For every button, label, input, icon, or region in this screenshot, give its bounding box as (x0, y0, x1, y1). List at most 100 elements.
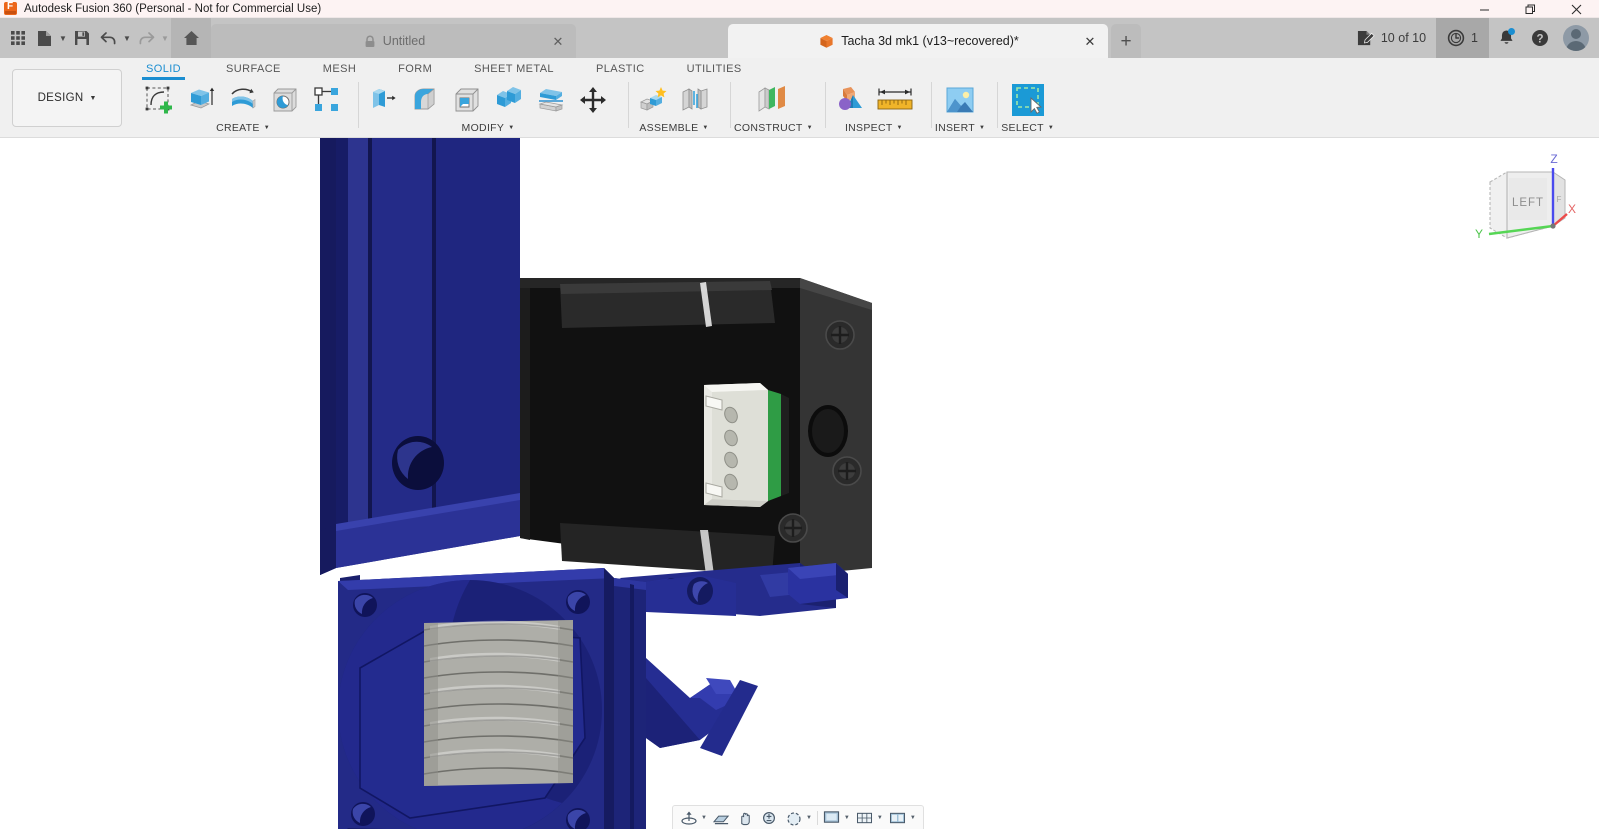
axis-y-label: Y (1475, 227, 1483, 241)
measure-icon[interactable] (871, 79, 919, 121)
new-tab-button[interactable]: + (1111, 24, 1141, 58)
tab-plastic[interactable]: PLASTIC (590, 58, 651, 79)
panel-insert: INSERT ▼ (931, 79, 989, 137)
user-avatar[interactable] (1563, 25, 1589, 51)
model-3d-extruder-assembly[interactable] (0, 138, 1599, 829)
svg-text:?: ? (1536, 33, 1543, 45)
bell-icon[interactable] (1489, 18, 1523, 58)
document-tabs: Untitled ✕ Tacha 3d mk1 (v13~recovered)*… (211, 18, 1348, 58)
minimize-button[interactable] (1461, 0, 1507, 18)
fillet-icon[interactable] (404, 79, 446, 121)
ribbon-panels: CREATE ▼ (122, 79, 1599, 137)
viewports-icon[interactable] (886, 806, 910, 829)
view-cube[interactable]: LEFT F Z Y X (1457, 148, 1577, 258)
quick-access-toolbar: ▼ ▼ ▼ (0, 18, 171, 58)
panel-select-title[interactable]: SELECT ▼ (1001, 121, 1054, 135)
document-count[interactable]: 10 of 10 (1348, 18, 1436, 58)
chevron-down-icon[interactable]: ▼ (701, 815, 707, 821)
zoom-icon[interactable] (758, 806, 782, 829)
panel-construct: CONSTRUCT ▼ (730, 79, 817, 137)
look-at-icon[interactable] (710, 806, 734, 829)
tab-utilities[interactable]: UTILITIES (681, 58, 748, 79)
fusion360-icon (4, 2, 17, 15)
window-controls (1461, 0, 1599, 18)
data-panel-icon[interactable] (5, 21, 31, 55)
tab-solid[interactable]: SOLID (140, 58, 187, 79)
redo-icon[interactable] (133, 21, 159, 55)
environment-tabs: SOLID SURFACE MESH FORM SHEET METAL PLAS… (122, 58, 1599, 79)
svg-text:F: F (1557, 195, 1562, 204)
tab-tacha-3d-mk1-close-icon[interactable]: ✕ (1082, 33, 1098, 49)
panel-insert-title[interactable]: INSERT ▼ (935, 121, 985, 135)
chevron-down-icon: ▼ (264, 125, 270, 131)
chevron-down-icon: ▼ (807, 125, 813, 131)
panel-assemble: ASSEMBLE ▼ (628, 79, 720, 137)
tab-surface[interactable]: SURFACE (220, 58, 287, 79)
shell-icon[interactable] (446, 79, 488, 121)
close-button[interactable] (1553, 0, 1599, 18)
tab-form[interactable]: FORM (392, 58, 438, 79)
orbit-icon[interactable] (677, 806, 701, 829)
new-file-icon[interactable] (31, 21, 57, 55)
redo-caret-icon[interactable]: ▼ (159, 21, 171, 55)
tab-mesh[interactable]: MESH (317, 58, 362, 79)
chevron-down-icon[interactable]: ▼ (877, 815, 883, 821)
grid-snap-icon[interactable] (853, 806, 877, 829)
job-status-button[interactable]: 1 (1436, 18, 1489, 58)
offset-plane-icon[interactable] (746, 79, 800, 121)
display-mode-icon[interactable] (820, 806, 844, 829)
tab-untitled[interactable]: Untitled ✕ (211, 24, 576, 58)
hole-icon[interactable] (264, 79, 306, 121)
panel-modify-title[interactable]: MODIFY ▼ (462, 121, 515, 135)
tab-tacha-3d-mk1-label: Tacha 3d mk1 (v13~recovered)* (841, 34, 1019, 48)
new-file-caret-icon[interactable]: ▼ (57, 21, 69, 55)
chevron-down-icon: ▼ (89, 95, 96, 102)
undo-icon[interactable] (95, 21, 121, 55)
panel-assemble-title[interactable]: ASSEMBLE ▼ (639, 121, 708, 135)
axis-x-label: X (1568, 202, 1576, 216)
navigation-bar: ▼ ▼ (672, 805, 924, 829)
chevron-down-icon: ▼ (508, 125, 514, 131)
chevron-down-icon: ▼ (979, 125, 985, 131)
insert-canvas-icon[interactable] (936, 79, 984, 121)
ribbon: DESIGN ▼ SOLID SURFACE MESH FORM SHEET M… (0, 58, 1599, 138)
split-face-icon[interactable] (530, 79, 572, 121)
tab-sheet-metal[interactable]: SHEET METAL (468, 58, 560, 79)
create-sketch-icon[interactable] (138, 79, 180, 121)
joint-icon[interactable] (674, 79, 716, 121)
save-icon[interactable] (69, 21, 95, 55)
tab-tacha-3d-mk1[interactable]: Tacha 3d mk1 (v13~recovered)* ✕ (728, 24, 1108, 58)
pattern-icon[interactable] (306, 79, 348, 121)
undo-caret-icon[interactable]: ▼ (121, 21, 133, 55)
panel-inspect-title[interactable]: INSPECT ▼ (845, 121, 903, 135)
chevron-down-icon: ▼ (1048, 125, 1054, 131)
select-icon[interactable] (1004, 79, 1052, 121)
restore-button[interactable] (1507, 0, 1553, 18)
move-copy-icon[interactable] (572, 79, 614, 121)
revolve-icon[interactable] (222, 79, 264, 121)
help-icon[interactable]: ? (1523, 18, 1557, 58)
document-count-label: 10 of 10 (1381, 31, 1426, 45)
chevron-down-icon[interactable]: ▼ (844, 815, 850, 821)
panel-construct-title[interactable]: CONSTRUCT ▼ (734, 121, 813, 135)
axis-z-label: Z (1550, 152, 1557, 166)
interference-icon[interactable] (829, 79, 871, 121)
notification-badge (1508, 28, 1515, 35)
cube-icon (819, 34, 834, 49)
panel-create-title[interactable]: CREATE ▼ (216, 121, 270, 135)
new-component-icon[interactable] (632, 79, 674, 121)
extrude-icon[interactable] (180, 79, 222, 121)
chevron-down-icon: ▼ (897, 125, 903, 131)
tab-untitled-close-icon[interactable]: ✕ (550, 33, 566, 49)
chevron-down-icon[interactable]: ▼ (910, 815, 916, 821)
workspace-switcher[interactable]: DESIGN ▼ (12, 69, 122, 127)
pan-icon[interactable] (734, 806, 758, 829)
viewport-canvas[interactable]: LEFT F Z Y X ▼ (0, 138, 1599, 829)
fit-icon[interactable] (782, 806, 806, 829)
combine-icon[interactable] (488, 79, 530, 121)
press-pull-icon[interactable] (362, 79, 404, 121)
workspace-switcher-label: DESIGN (38, 92, 84, 104)
home-button[interactable] (171, 18, 211, 58)
job-status-count: 1 (1471, 31, 1478, 45)
chevron-down-icon[interactable]: ▼ (806, 815, 812, 821)
